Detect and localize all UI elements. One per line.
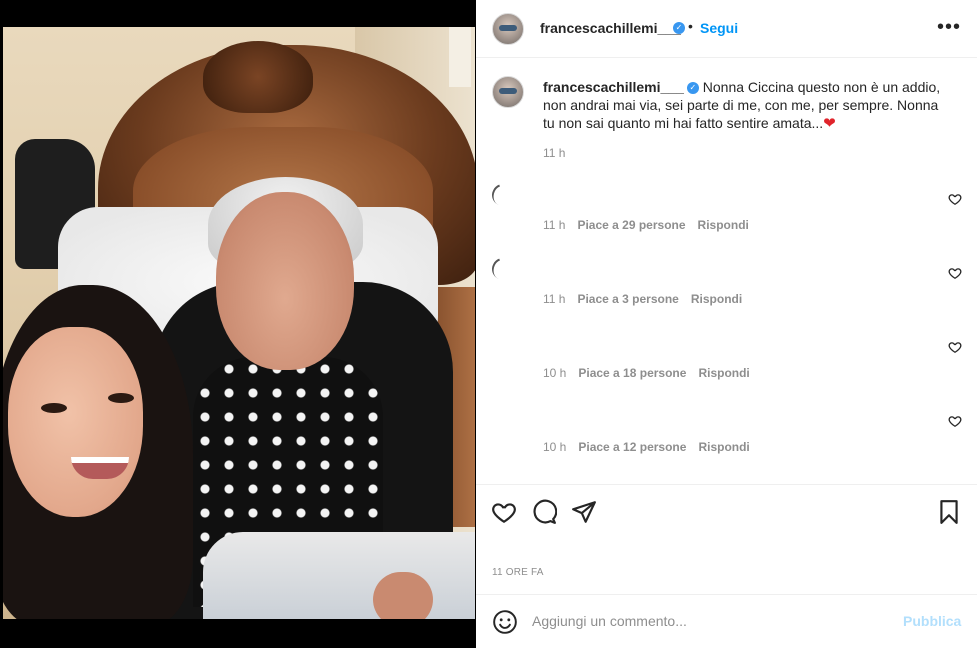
comment-likes[interactable]: Piace a 29 persone: [577, 218, 685, 232]
comment-like-heart-icon[interactable]: [948, 340, 962, 354]
post-header: francescachillemi___ ✓ • Segui •••: [476, 0, 977, 58]
publish-button[interactable]: Pubblica: [903, 613, 961, 629]
more-options-icon[interactable]: •••: [937, 16, 961, 39]
comment-meta: 11 h Piace a 29 persone Rispondi: [543, 218, 749, 232]
reply-button[interactable]: Rispondi: [698, 440, 749, 454]
header-separator: •: [688, 18, 693, 34]
caption-username[interactable]: francescachillemi___: [543, 79, 684, 95]
comment-timestamp[interactable]: 10 h: [543, 366, 566, 380]
comment-avatar-loading-icon[interactable]: [488, 254, 518, 284]
photo-young-woman-face: [8, 327, 143, 517]
comment-timestamp[interactable]: 11 h: [543, 218, 565, 232]
reply-button[interactable]: Rispondi: [691, 292, 742, 306]
author-avatar[interactable]: [492, 13, 524, 45]
share-icon[interactable]: [571, 499, 597, 525]
comment-likes[interactable]: Piace a 12 persone: [578, 440, 686, 454]
post-details-panel: francescachillemi___ ✓ • Segui ••• franc…: [476, 0, 977, 648]
reply-button[interactable]: Rispondi: [698, 366, 749, 380]
comment-item: 11 h Piace a 3 persone Rispondi: [488, 254, 962, 322]
caption-avatar[interactable]: [492, 76, 524, 108]
author-username[interactable]: francescachillemi___: [540, 20, 681, 36]
photo-eye-left: [41, 403, 67, 413]
comment-likes[interactable]: Piace a 18 persone: [578, 366, 686, 380]
follow-button[interactable]: Segui: [700, 20, 738, 36]
comment-like-heart-icon[interactable]: [948, 192, 962, 206]
post-actions: 11 ORE FA: [476, 484, 977, 578]
comment-likes[interactable]: Piace a 3 persone: [577, 292, 678, 306]
comment-input[interactable]: [532, 610, 892, 632]
red-heart-emoji: ❤: [823, 115, 836, 132]
add-comment-bar: Pubblica: [476, 594, 977, 648]
photo-hand: [373, 572, 433, 619]
comment-avatar-loading-icon[interactable]: [488, 180, 518, 210]
comment-like-heart-icon[interactable]: [948, 414, 962, 428]
comment-timestamp[interactable]: 11 h: [543, 292, 565, 306]
caption-text-block: francescachillemi___ ✓ Nonna Ciccina ques…: [543, 78, 953, 133]
photo-grandmother-face: [216, 192, 354, 370]
comment-icon[interactable]: [531, 499, 557, 525]
caption-timestamp[interactable]: 11 h: [543, 146, 565, 160]
like-icon[interactable]: [491, 499, 517, 525]
comment-item: 10 h Piace a 18 persone Rispondi: [492, 332, 962, 396]
save-icon[interactable]: [936, 499, 962, 525]
comment-like-heart-icon[interactable]: [948, 266, 962, 280]
comment-item: 11 h Piace a 29 persone Rispondi: [488, 180, 962, 248]
post-media[interactable]: [0, 0, 476, 648]
emoji-icon[interactable]: [492, 609, 518, 635]
post-time-ago[interactable]: 11 ORE FA: [492, 567, 544, 578]
reply-button[interactable]: Rispondi: [698, 218, 749, 232]
comment-meta: 11 h Piace a 3 persone Rispondi: [543, 292, 742, 306]
comment-meta: 10 h Piace a 18 persone Rispondi: [543, 366, 750, 380]
photo-eye-right: [108, 393, 134, 403]
comment-timestamp[interactable]: 10 h: [543, 440, 566, 454]
verified-badge-icon: ✓: [686, 82, 699, 95]
comment-item: 10 h Piace a 12 persone Rispondi: [492, 406, 962, 470]
photo-armchair-crest: [203, 41, 313, 113]
verified-badge-icon: ✓: [673, 22, 685, 34]
post-photo[interactable]: [3, 27, 475, 619]
photo-blanket: [203, 532, 475, 619]
photo-window: [449, 27, 471, 87]
comment-meta: 10 h Piace a 12 persone Rispondi: [543, 440, 750, 454]
